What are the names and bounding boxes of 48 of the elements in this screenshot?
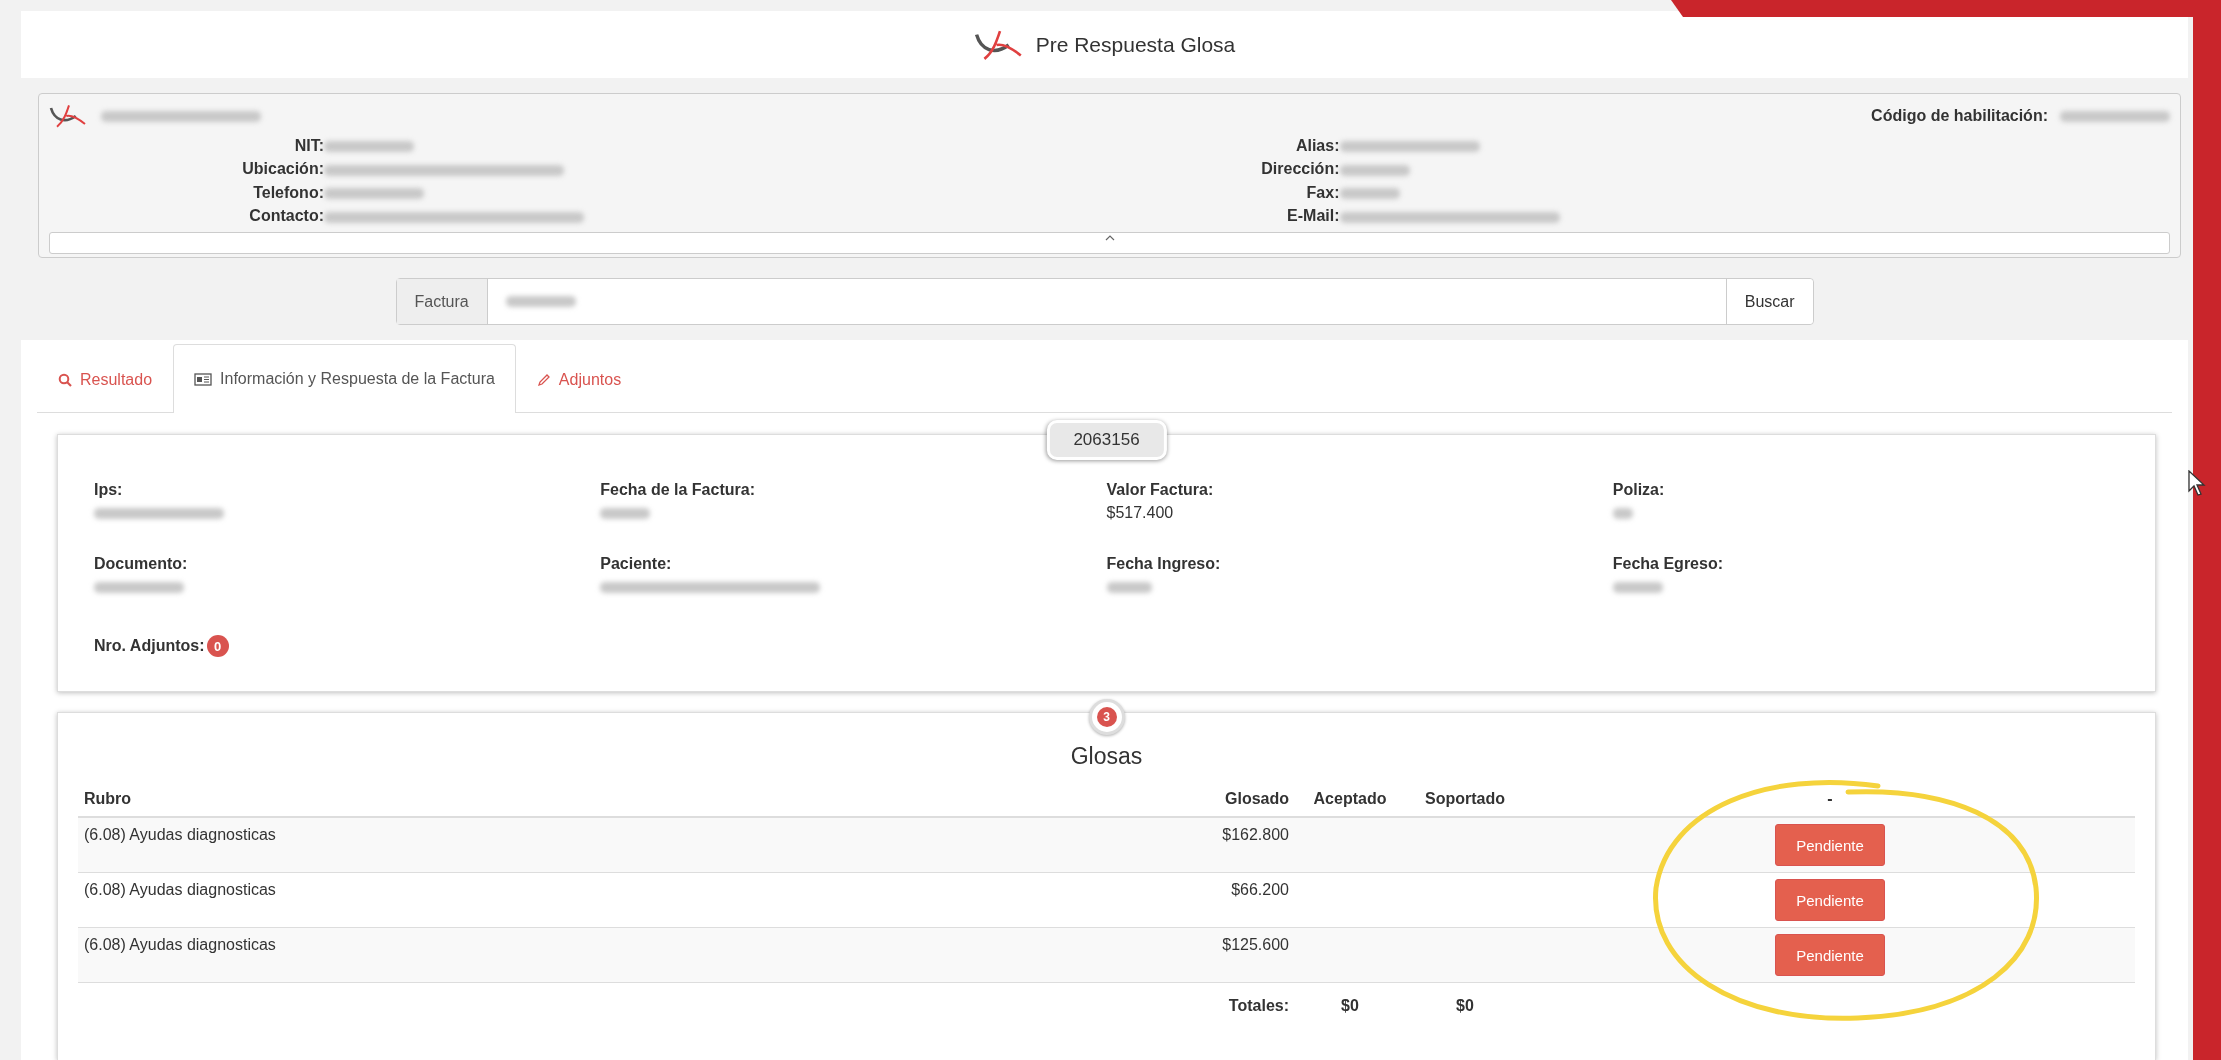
field-label: Dirección:	[1260, 160, 1340, 179]
field-label: Valor Factura:	[1106, 481, 1215, 499]
redacted-value	[1612, 508, 1633, 520]
totals-label: Totales:	[1165, 982, 1295, 1041]
table-cell: $66.200	[1165, 872, 1295, 928]
page-title: Pre Respuesta Glosa	[1035, 32, 1236, 57]
redacted-value	[1339, 164, 1410, 176]
table-cell: (6.08) Ayudas diagnosticas	[78, 927, 1165, 983]
field-label: Alias:	[1294, 136, 1340, 155]
field-label: E-Mail:	[1286, 207, 1340, 226]
field-label: Fecha Egreso:	[1612, 555, 1724, 573]
field-label: Fecha Ingreso:	[1106, 555, 1222, 573]
field-label: Paciente:	[600, 555, 673, 573]
field-label: Código de habilitación:	[1871, 107, 2048, 125]
search-icon	[58, 372, 72, 387]
count-badge: 3	[1096, 707, 1117, 727]
redacted-value	[1339, 188, 1400, 199]
redacted-value	[1106, 582, 1152, 594]
redacted-value	[1612, 582, 1663, 594]
table-cell: (6.08) Ayudas diagnosticas	[78, 817, 1165, 873]
count-badge: 0	[206, 635, 229, 657]
field-label: Telefono:	[252, 183, 324, 202]
status-button[interactable]: Pendiente	[1775, 879, 1885, 921]
field-label: Fecha de la Factura:	[600, 481, 756, 499]
field-label: Documento:	[94, 555, 189, 573]
invoice-number: 2063156	[1046, 420, 1167, 460]
field-label: Nro. Adjuntos:	[94, 637, 205, 655]
tab[interactable]: Resultado	[37, 345, 174, 413]
field-label: Fax:	[1305, 183, 1340, 202]
table-cell: (6.08) Ayudas diagnosticas	[78, 872, 1165, 928]
status-button[interactable]: Pendiente	[1775, 824, 1885, 866]
field-label: NIT:	[293, 136, 324, 155]
redacted-value	[600, 508, 651, 520]
table-cell: $162.800	[1165, 817, 1295, 873]
table-cell: $125.600	[1165, 927, 1295, 983]
field-value: $517.400	[1106, 503, 1175, 523]
id-card-icon	[194, 372, 213, 386]
table-cell: $0	[1405, 982, 1525, 1041]
field-label: Ubicación:	[241, 160, 324, 179]
tab[interactable]: Adjuntos	[515, 345, 643, 413]
status-button[interactable]: Pendiente	[1775, 934, 1885, 976]
pencil-icon	[536, 372, 551, 387]
field-label: Contacto:	[248, 207, 324, 226]
section-title: Glosas	[1069, 743, 1144, 770]
tab[interactable]: Información y Respuesta de la Factura	[173, 344, 516, 413]
field-label: Poliza:	[1612, 481, 1666, 499]
table-cell: $0	[1295, 982, 1405, 1041]
field-label: Ips:	[94, 481, 124, 499]
